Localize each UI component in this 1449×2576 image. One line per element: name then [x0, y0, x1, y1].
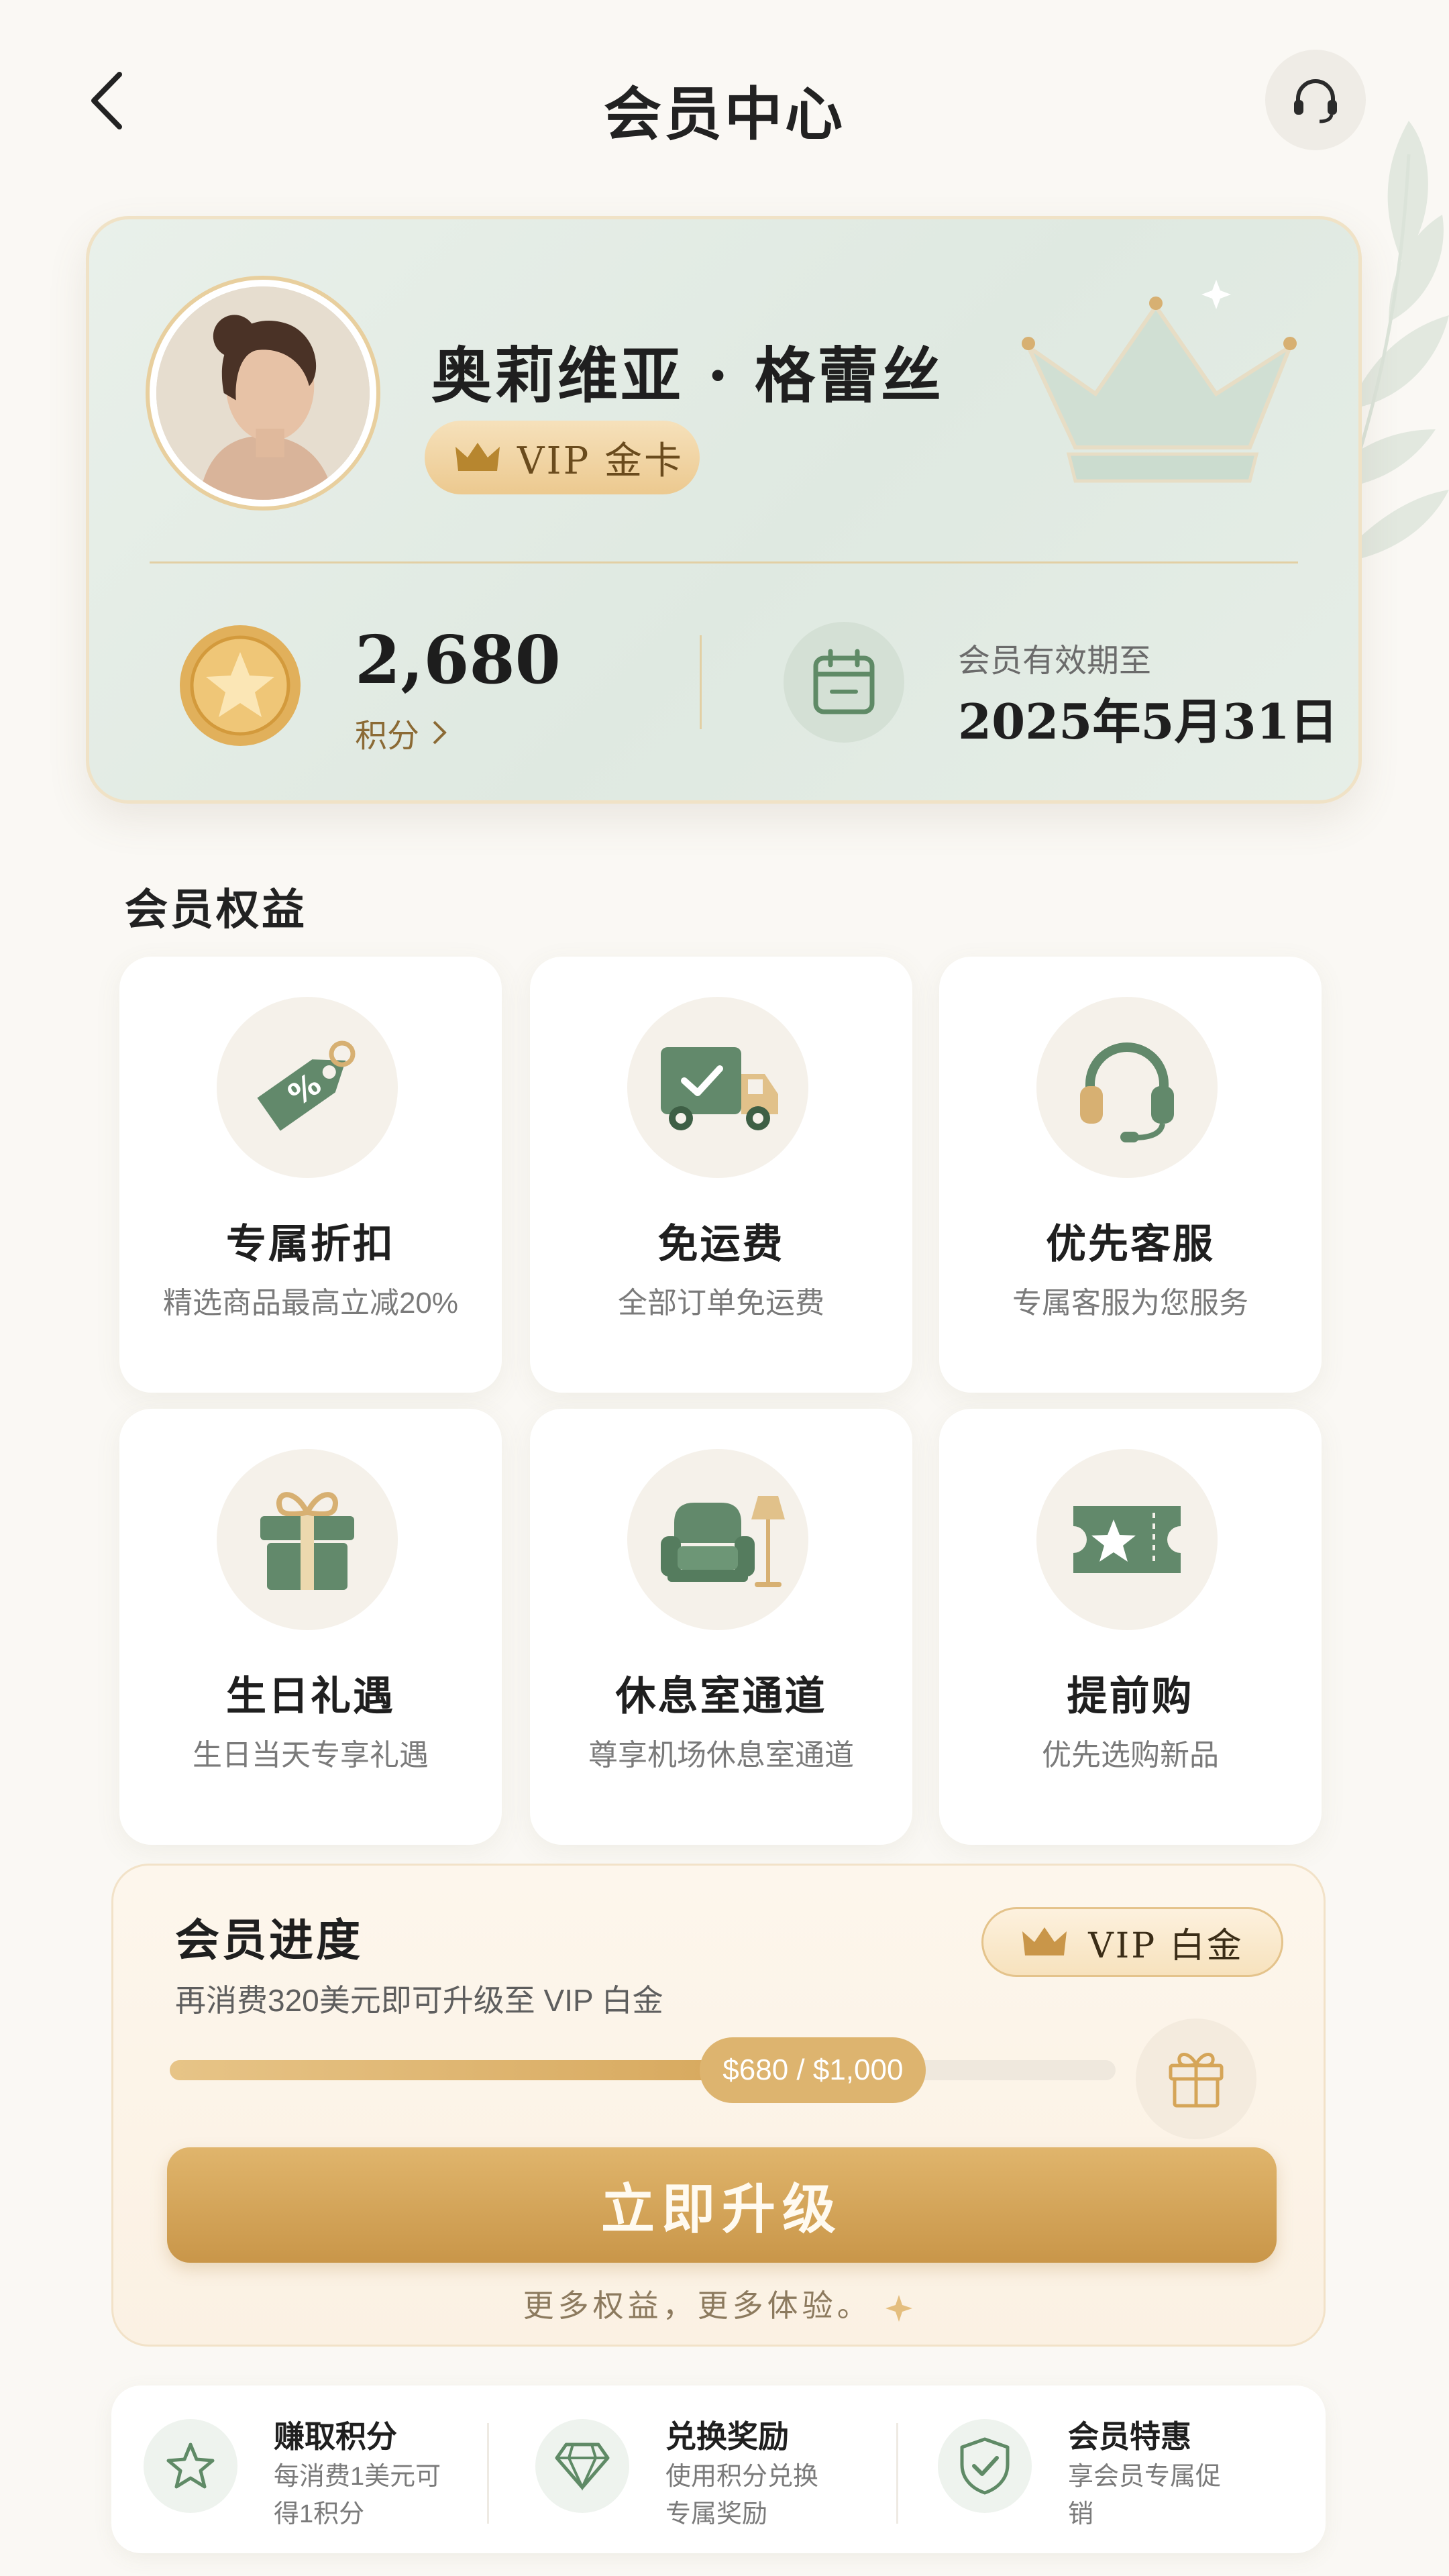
armchair-lamp-icon: [661, 1496, 785, 1587]
benefit-title: 免运费: [657, 1221, 785, 1268]
delivery-truck-icon: [661, 1047, 778, 1130]
calendar-icon: [813, 649, 875, 714]
gift-icon: [260, 1492, 354, 1590]
points-link[interactable]: 积分: [355, 709, 447, 756]
discount-tag-icon: %: [257, 1040, 356, 1131]
progress-subtitle: 再消费320美元即可升级至 VIP 白金: [175, 1983, 663, 2018]
vip-gold-badge[interactable]: VIP 金卡: [425, 421, 700, 494]
quick-link-desc: 使用积分兑换专属奖励: [665, 2463, 819, 2528]
shield-check-icon: [960, 2437, 1010, 2495]
sparkle-icon: [885, 2294, 913, 2322]
benefit-desc: 精选商品最高立减20%: [162, 1287, 459, 1320]
quick-link-divider: [487, 2423, 489, 2524]
crown-icon: [1022, 1927, 1067, 1955]
progress-bar: $680 / $1,000: [170, 2037, 1116, 2103]
member-deals-link[interactable]: 会员特惠 享会员专属促销: [938, 2412, 1273, 2528]
progress-title: 会员进度: [175, 1914, 363, 1966]
benefit-card-birthday[interactable]: 生日礼遇 生日当天专享礼遇: [119, 1409, 502, 1845]
points-label: 积分: [355, 718, 420, 754]
header: 会员中心: [0, 40, 1449, 161]
benefits-title: 会员权益: [125, 885, 307, 935]
crown-icon: [455, 443, 500, 471]
benefit-card-free-shipping[interactable]: 免运费 全部订单免运费: [530, 957, 912, 1393]
member-name: 奥莉维亚 · 格蕾丝: [431, 340, 944, 411]
headset-icon: [1294, 79, 1337, 123]
quick-link-desc: 每消费1美元可得1积分: [274, 2463, 441, 2528]
benefit-desc: 专属客服为您服务: [1012, 1287, 1248, 1320]
valid-until-label: 会员有效期至: [958, 643, 1152, 679]
benefit-title: 生日礼遇: [226, 1673, 395, 1720]
quick-link-title: 兑换奖励: [665, 2418, 789, 2455]
diamond-icon: [555, 2443, 610, 2491]
redeem-rewards-link[interactable]: 兑换奖励 使用积分兑换专属奖励: [535, 2412, 851, 2528]
reward-gift-button[interactable]: [1136, 2019, 1256, 2139]
quick-link-desc: 享会员专属促销: [1068, 2463, 1222, 2528]
benefit-desc: 尊享机场休息室通道: [588, 1739, 854, 1772]
benefit-title: 优先客服: [1046, 1221, 1215, 1268]
chevron-right-icon: [433, 720, 447, 745]
valid-until-date: 2025年5月31日: [958, 693, 1338, 750]
points-value: 2,680: [355, 622, 561, 699]
benefit-desc: 全部订单免运费: [618, 1287, 824, 1320]
next-tier-badge[interactable]: VIP 白金: [981, 1907, 1283, 1977]
calendar-icon-wrap: [784, 622, 904, 743]
star-ticket-icon: [1073, 1506, 1181, 1573]
benefit-card-discount[interactable]: % 专属折扣 精选商品最高立减20%: [119, 957, 502, 1393]
benefit-desc: 优先选购新品: [1042, 1739, 1219, 1772]
customer-service-button[interactable]: [1265, 50, 1366, 150]
benefit-card-priority-service[interactable]: 优先客服 专属客服为您服务: [939, 957, 1322, 1393]
headset-icon: [1080, 1042, 1174, 1142]
quick-link-divider: [896, 2423, 898, 2524]
progress-bar-label: $680 / $1,000: [700, 2037, 926, 2103]
next-tier-label: VIP 白金: [1088, 1925, 1244, 1966]
progress-footer: 更多权益，更多体验。: [113, 2282, 1324, 2326]
benefit-desc: 生日当天专享礼遇: [193, 1739, 429, 1772]
star-coin-icon: [180, 625, 301, 746]
membership-progress-card: 会员进度 再消费320美元即可升级至 VIP 白金 VIP 白金 $680 / …: [111, 1864, 1326, 2347]
page-title: 会员中心: [604, 80, 845, 148]
upgrade-button-label: 立即升级: [601, 2178, 843, 2241]
avatar: [146, 276, 380, 511]
quick-link-title: 会员特惠: [1068, 2418, 1191, 2455]
benefit-title: 提前购: [1067, 1673, 1194, 1720]
star-outline-icon: [166, 2443, 215, 2489]
stats-divider: [700, 635, 702, 729]
benefit-title: 休息室通道: [615, 1673, 827, 1720]
progress-footer-text: 更多权益，更多体验。: [523, 2288, 872, 2323]
earn-points-link[interactable]: 赚取积分 每消费1美元可得1积分: [144, 2412, 459, 2528]
gift-outline-icon: [1169, 2053, 1224, 2108]
card-divider: [150, 561, 1298, 564]
member-card: 奥莉维亚 · 格蕾丝 VIP 金卡 2,680 积分 会员有效期至 2025年5…: [86, 216, 1362, 804]
bottom-quick-links: 赚取积分 每消费1美元可得1积分 兑换奖励 使用积分兑换专属奖励 会员特惠 享会…: [111, 2385, 1326, 2553]
benefit-card-early-access[interactable]: 提前购 优先选购新品: [939, 1409, 1322, 1845]
quick-link-title: 赚取积分: [274, 2418, 397, 2455]
benefit-title: 专属折扣: [226, 1221, 395, 1268]
benefit-card-lounge[interactable]: 休息室通道 尊享机场休息室通道: [530, 1409, 912, 1845]
crown-decoration-icon: [1022, 280, 1297, 483]
upgrade-now-button[interactable]: 立即升级: [167, 2147, 1277, 2263]
tier-badge-label: VIP 金卡: [517, 439, 684, 483]
